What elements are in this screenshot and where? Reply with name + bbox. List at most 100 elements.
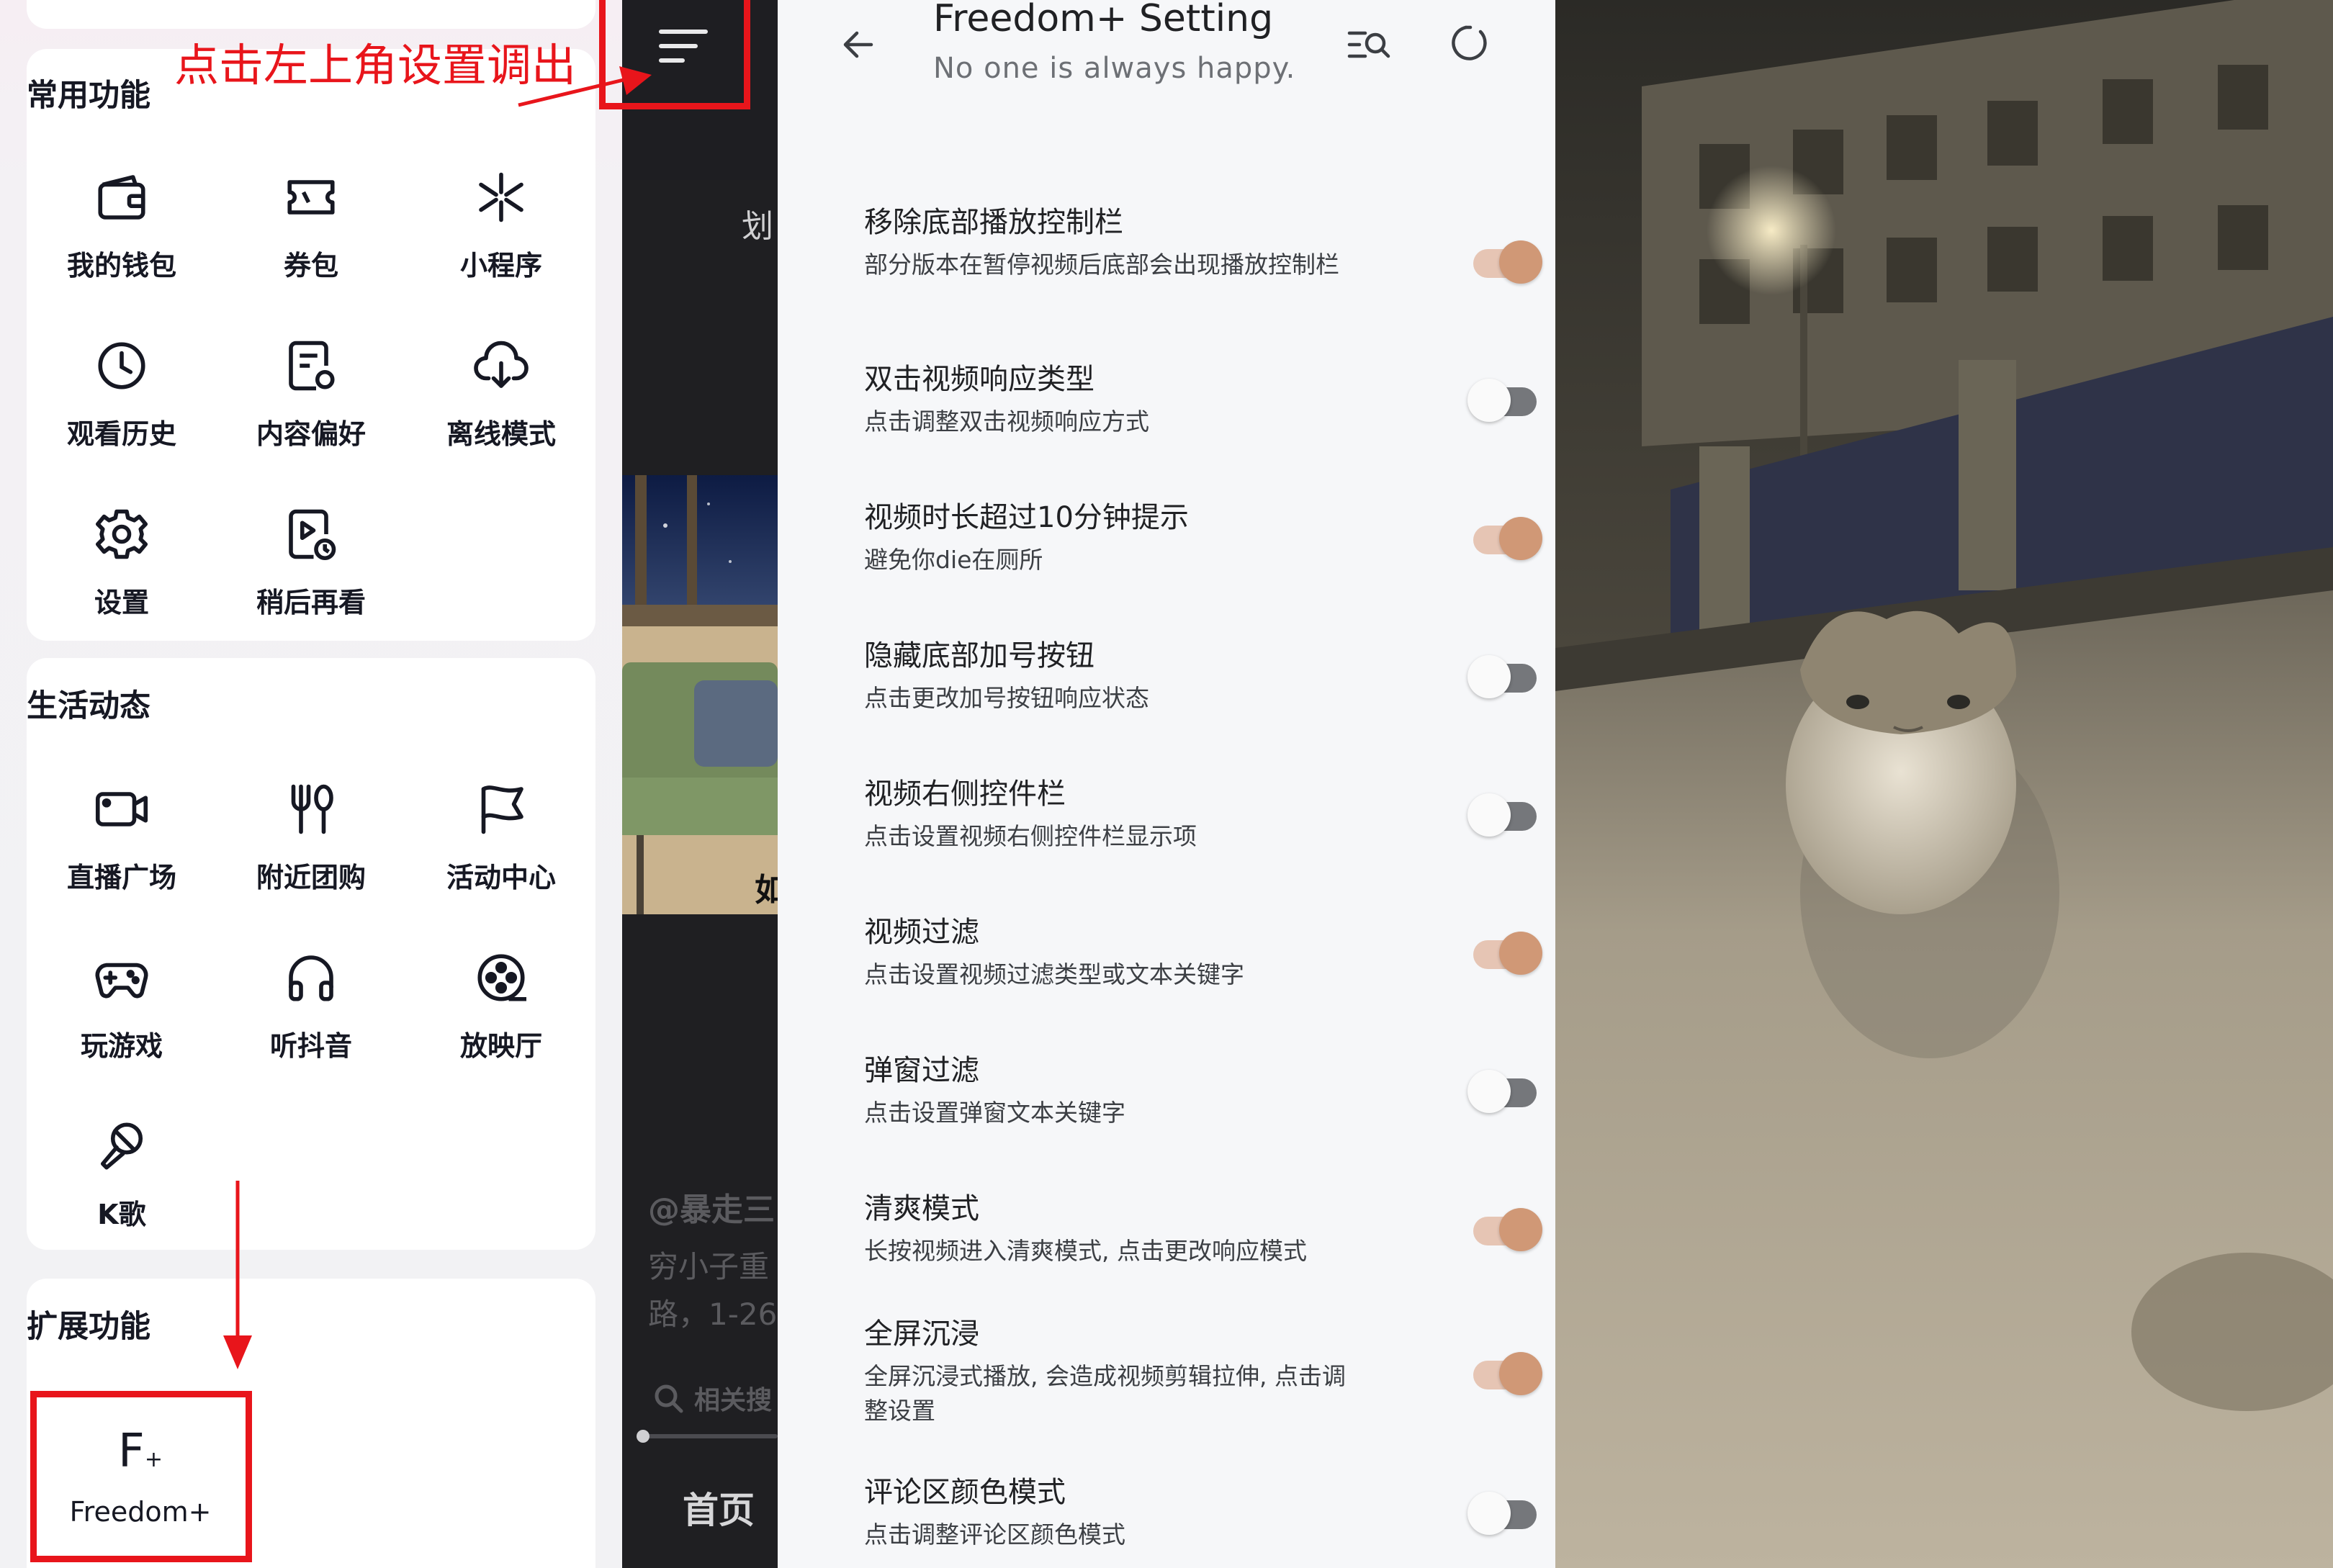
menu-item-label: 直播广场: [66, 862, 176, 893]
list-search-icon: [1347, 31, 1390, 58]
annotation-box-freedom-plus: [30, 1391, 252, 1562]
setting-video-filter[interactable]: 视频过滤 点击设置视频过滤类型或文本关键字: [864, 909, 1542, 992]
setting-description: 部分版本在暂停视频后底部会出现播放控制栏: [864, 251, 1339, 279]
setting-toggle[interactable]: [1467, 1349, 1542, 1395]
menu-item-group-buy[interactable]: 附近团购: [216, 765, 406, 916]
section-title-life: 生活动态: [27, 688, 150, 724]
headphones-icon: [281, 947, 341, 1008]
setting-title: 隐藏底部加号按钮: [864, 639, 1094, 672]
gear-icon: [91, 504, 152, 564]
setting-title: 视频过滤: [864, 916, 979, 949]
menu-item-label: 离线模式: [446, 418, 556, 450]
setting-description: 点击设置视频右侧控件栏显示项: [864, 822, 1197, 850]
clock-icon: [91, 335, 152, 396]
setting-title: 评论区颜色模式: [864, 1476, 1066, 1509]
video-description-line1: 穷小子重: [648, 1249, 770, 1284]
setting-fullscreen-immersive[interactable]: 全屏沉浸 全屏沉浸式播放, 会造成视频剪辑拉伸, 点击调整设置: [864, 1310, 1542, 1428]
mini-program-icon: [471, 167, 531, 227]
microphone-icon: [91, 1116, 152, 1176]
freedom-settings-panel: Freedom+ Setting No one is always happy.…: [778, 0, 1555, 1568]
menu-item-activity[interactable]: 活动中心: [406, 765, 596, 916]
related-search-link[interactable]: 相关搜: [652, 1379, 772, 1417]
menu-item-karaoke[interactable]: K歌: [27, 1101, 217, 1253]
menu-item-label: 放映厅: [459, 1030, 542, 1062]
setting-toggle[interactable]: [1467, 238, 1542, 284]
setting-title: 视频时长超过10分钟提示: [864, 501, 1189, 534]
setting-long-video-warning[interactable]: 视频时长超过10分钟提示 避免你die在厕所: [864, 494, 1542, 577]
search-settings-button[interactable]: [1347, 23, 1393, 66]
video-description-line2: 路，1-26: [648, 1297, 778, 1332]
flag-icon: [471, 779, 531, 839]
toggle-knob: [1467, 1492, 1511, 1535]
nav-home[interactable]: 首页: [683, 1482, 755, 1533]
setting-toggle[interactable]: [1467, 376, 1542, 422]
setting-title: 双击视频响应类型: [864, 363, 1094, 396]
menu-item-live[interactable]: 直播广场: [27, 765, 217, 916]
toggle-knob: [1467, 655, 1511, 698]
live-camera-icon: [91, 779, 152, 839]
watch-later-icon: [281, 504, 341, 564]
cloud-download-icon: [471, 335, 531, 396]
related-search-text: 相关搜: [694, 1386, 773, 1415]
setting-toggle[interactable]: [1467, 790, 1542, 837]
setting-description: 点击设置视频过滤类型或文本关键字: [864, 960, 1244, 988]
cat-photo-illustration: [1555, 0, 2333, 1568]
annotation-arrow-top: [518, 66, 652, 107]
toggle-knob: [1467, 379, 1511, 422]
setting-comment-color-mode[interactable]: 评论区颜色模式 点击调整评论区颜色模式: [864, 1469, 1541, 1552]
setting-toggle[interactable]: [1467, 1205, 1542, 1251]
menu-item-cinema[interactable]: 放映厅: [406, 933, 596, 1084]
menu-item-offline[interactable]: 离线模式: [406, 321, 596, 472]
refresh-icon: [1452, 25, 1487, 60]
wallet-icon: [91, 167, 152, 227]
toggle-knob: [1499, 517, 1542, 560]
setting-remove-bottom-controls[interactable]: 移除底部播放控制栏 部分版本在暂停视频后底部会出现播放控制栏: [864, 199, 1542, 284]
menu-panel: 常用功能 我的钱包 券包 小程序 观看历史 内容偏好 离线模式 设置 稍后再看 …: [0, 0, 622, 1568]
settings-subtitle: No one is always happy.: [933, 52, 1296, 85]
back-button[interactable]: [838, 24, 878, 65]
video-top-text: 划: [742, 208, 773, 245]
setting-title: 弹窗过滤: [864, 1054, 979, 1087]
video-progress-thumb[interactable]: [637, 1430, 649, 1443]
setting-description: 点击调整双击视频响应方式: [864, 407, 1149, 436]
setting-right-controls[interactable]: 视频右侧控件栏 点击设置视频右侧控件栏显示项: [864, 770, 1541, 854]
video-author[interactable]: @暴走三: [648, 1184, 775, 1230]
video-frame-text: 如: [755, 872, 778, 909]
menu-item-mini-program[interactable]: 小程序: [406, 153, 596, 304]
setting-clean-mode[interactable]: 清爽模式 长按视频进入清爽模式, 点击更改响应模式: [864, 1185, 1542, 1269]
setting-hide-plus-button[interactable]: 隐藏底部加号按钮 点击更改加号按钮响应状态: [864, 632, 1541, 716]
setting-double-click-type[interactable]: 双击视频响应类型 点击调整双击视频响应方式: [864, 356, 1541, 439]
setting-toggle[interactable]: [1467, 1489, 1542, 1535]
setting-toggle[interactable]: [1467, 1067, 1542, 1113]
menu-item-coupon[interactable]: 券包: [216, 153, 406, 304]
menu-item-games[interactable]: 玩游戏: [27, 933, 217, 1084]
setting-description: 点击设置弹窗文本关键字: [864, 1099, 1125, 1127]
menu-item-listen[interactable]: 听抖音: [216, 933, 406, 1084]
setting-title: 清爽模式: [864, 1192, 979, 1225]
gamepad-icon: [91, 947, 152, 1008]
menu-item-label: 券包: [283, 250, 338, 281]
menu-item-settings[interactable]: 设置: [27, 490, 217, 641]
setting-toggle[interactable]: [1467, 652, 1542, 698]
setting-title: 全屏沉浸: [864, 1317, 979, 1351]
setting-toggle[interactable]: [1467, 929, 1542, 975]
setting-description: 点击更改加号按钮响应状态: [864, 684, 1149, 712]
refresh-button[interactable]: [1449, 22, 1492, 65]
menu-item-wallet[interactable]: 我的钱包: [27, 153, 217, 304]
menu-item-history[interactable]: 观看历史: [27, 321, 217, 472]
video-progress-bar[interactable]: [637, 1430, 778, 1443]
arrow-left-icon: [843, 31, 873, 58]
setting-popup-filter[interactable]: 弹窗过滤 点击设置弹窗文本关键字: [864, 1047, 1541, 1130]
toggle-knob: [1499, 240, 1542, 284]
menu-item-watch-later[interactable]: 稍后再看: [216, 490, 406, 641]
menu-item-label: 稍后再看: [256, 587, 366, 618]
setting-description: 点击调整评论区颜色模式: [864, 1520, 1125, 1549]
annotation-arrow-down: [223, 1181, 252, 1369]
video-thumbnail[interactable]: 如: [622, 475, 778, 914]
setting-description: 避免你die在厕所: [864, 546, 1043, 574]
setting-toggle[interactable]: [1467, 514, 1542, 560]
menu-item-preference[interactable]: 内容偏好: [216, 321, 406, 472]
cat-in-snow-photo: [1555, 0, 2333, 1568]
toggle-knob: [1467, 793, 1511, 837]
menu-item-label: 观看历史: [66, 418, 176, 450]
